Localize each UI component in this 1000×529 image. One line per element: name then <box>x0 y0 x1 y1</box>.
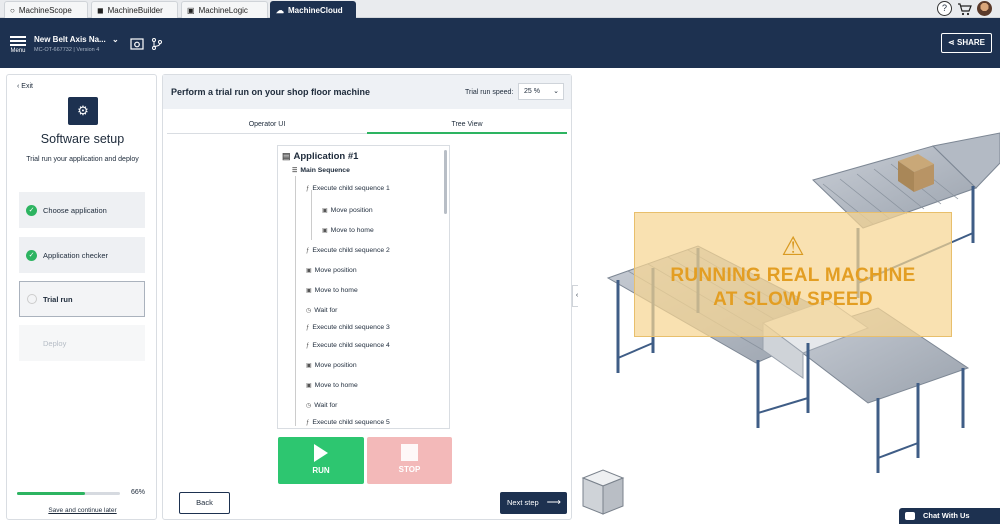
view-tabs: Operator UI Tree View <box>167 115 567 134</box>
move-icon: ▣ <box>306 363 312 369</box>
progress-percent: 66% <box>131 489 146 496</box>
tree-item[interactable]: ƒ Execute child sequence 5 <box>306 419 390 426</box>
tree-item[interactable]: ▣ Move position <box>306 362 357 369</box>
save-camera-icon[interactable] <box>130 37 144 51</box>
warning-triangle-icon: ⚠ <box>781 231 805 261</box>
tree-item[interactable]: ▣ Move to home <box>306 382 358 389</box>
tree-item[interactable]: ƒ Execute child sequence 1 <box>306 185 390 192</box>
tree-main-sequence[interactable]: ☰ Main Sequence <box>292 167 350 174</box>
tab-machinecloud[interactable]: ☁ MachineCloud <box>270 1 356 18</box>
next-step-button[interactable]: Next step ⟶ <box>500 492 567 514</box>
step-application-checker[interactable]: ✓ Application checker <box>19 237 145 273</box>
move-icon: ▣ <box>306 383 312 389</box>
cloud-icon: ☁ <box>276 5 284 15</box>
play-icon <box>314 444 328 462</box>
tab-machinescope[interactable]: ○ MachineScope <box>4 1 88 18</box>
run-button[interactable]: RUN <box>278 437 364 484</box>
exit-link[interactable]: ‹ Exit <box>17 83 33 90</box>
tab-machinebuilder[interactable]: ◼ MachineBuilder <box>91 1 178 18</box>
step-deploy: Deploy <box>19 325 145 361</box>
code-icon: ▣ <box>187 5 195 15</box>
tree-connector <box>311 190 312 240</box>
tree-item[interactable]: ▣ Move to home <box>306 287 358 294</box>
header-tools <box>130 37 164 51</box>
trial-run-panel: Perform a trial run on your shop floor m… <box>162 74 572 520</box>
gear-icon: ⚙ <box>68 97 98 125</box>
move-icon: ▣ <box>306 268 312 274</box>
view-cube[interactable] <box>581 469 625 515</box>
panel-header: Perform a trial run on your shop floor m… <box>163 75 571 109</box>
tree-item[interactable]: ƒ Execute child sequence 3 <box>306 324 390 331</box>
check-icon: ✓ <box>26 204 37 216</box>
stop-button: STOP <box>367 437 452 484</box>
step-trial-run[interactable]: Trial run <box>19 281 145 317</box>
chevron-down-icon: ⌄ <box>111 35 119 44</box>
function-icon: ƒ <box>306 419 310 426</box>
scope-icon: ○ <box>10 5 15 15</box>
function-icon: ƒ <box>306 247 310 254</box>
menu-button[interactable]: Menu <box>8 34 28 54</box>
save-continue-link[interactable]: Save and continue later <box>7 507 158 514</box>
document-icon: ▤ <box>282 151 291 161</box>
back-button[interactable]: Back <box>179 492 230 514</box>
tree-item[interactable]: ƒ Execute child sequence 2 <box>306 247 390 254</box>
tree-item[interactable]: ▣ Move position <box>322 207 373 214</box>
step-choose-application[interactable]: ✓ Choose application <box>19 192 145 228</box>
cube-icon: ◼ <box>97 5 104 15</box>
share-button[interactable]: ⋖ SHARE <box>941 33 992 53</box>
progress-bar <box>17 492 120 495</box>
slow-speed-warning: ⚠ RUNNING REAL MACHINE AT SLOW SPEED <box>634 212 952 337</box>
chevron-down-icon: ⌄ <box>553 88 559 95</box>
project-name-dropdown[interactable]: New Belt Axis Na... ⌄ <box>34 35 119 44</box>
function-icon: ƒ <box>306 324 310 331</box>
project-id: MC-OT-667732 | Version 4 <box>34 47 100 53</box>
speed-label: Trial run speed: <box>465 89 514 96</box>
tab-tree-view[interactable]: Tree View <box>367 115 567 134</box>
clock-icon: ◷ <box>306 403 312 409</box>
tab-operator-ui[interactable]: Operator UI <box>167 115 367 134</box>
sequence-tree: ▤ Application #1 ☰ Main Sequence ƒ Execu… <box>277 145 450 429</box>
progress-fill <box>17 492 85 495</box>
share-icon: ⋖ <box>948 38 957 47</box>
function-icon: ƒ <box>306 342 310 349</box>
top-right-actions: ? <box>937 1 992 16</box>
tree-item[interactable]: ◷ Wait for <box>306 402 337 409</box>
user-avatar[interactable] <box>977 1 992 16</box>
panel-subtitle: Trial run your application and deploy <box>26 156 139 163</box>
panel-title: Software setup <box>40 132 125 146</box>
scrollbar[interactable] <box>444 150 447 214</box>
hamburger-icon <box>8 36 28 46</box>
tree-item[interactable]: ƒ Execute child sequence 4 <box>306 342 390 349</box>
branch-icon[interactable] <box>150 37 164 51</box>
setup-steps-panel: ‹ Exit ⚙ Software setup Trial run your a… <box>6 74 157 520</box>
move-icon: ▣ <box>322 208 328 214</box>
page-title: Perform a trial run on your shop floor m… <box>171 87 371 97</box>
app-header: Menu New Belt Axis Na... ⌄ MC-OT-667732 … <box>0 18 1000 68</box>
speed-select[interactable]: 25 % ⌄ <box>518 83 564 100</box>
tree-item[interactable]: ▣ Move position <box>306 267 357 274</box>
chat-with-us-button[interactable]: Chat With Us <box>899 508 1000 524</box>
tree-item[interactable]: ◷ Wait for <box>306 307 337 314</box>
clock-icon: ◷ <box>306 308 312 314</box>
move-icon: ▣ <box>322 228 328 234</box>
step-status-icon <box>27 294 37 304</box>
arrow-right-icon: ⟶ <box>546 497 561 508</box>
tree-item[interactable]: ▣ Move to home <box>322 227 374 234</box>
help-icon[interactable]: ? <box>937 1 952 16</box>
tree-connector <box>295 176 296 426</box>
list-icon: ☰ <box>292 168 298 174</box>
move-icon: ▣ <box>306 288 312 294</box>
tab-machinelogic[interactable]: ▣ MachineLogic <box>181 1 268 18</box>
product-tabbar: ○ MachineScope ◼ MachineBuilder ▣ Machin… <box>0 0 1000 18</box>
check-icon: ✓ <box>26 249 37 261</box>
cart-icon[interactable] <box>957 2 972 16</box>
tree-app-node[interactable]: ▤ Application #1 <box>282 151 358 162</box>
function-icon: ƒ <box>306 185 310 192</box>
chat-bubble-icon <box>905 512 915 520</box>
stop-icon <box>401 444 418 461</box>
